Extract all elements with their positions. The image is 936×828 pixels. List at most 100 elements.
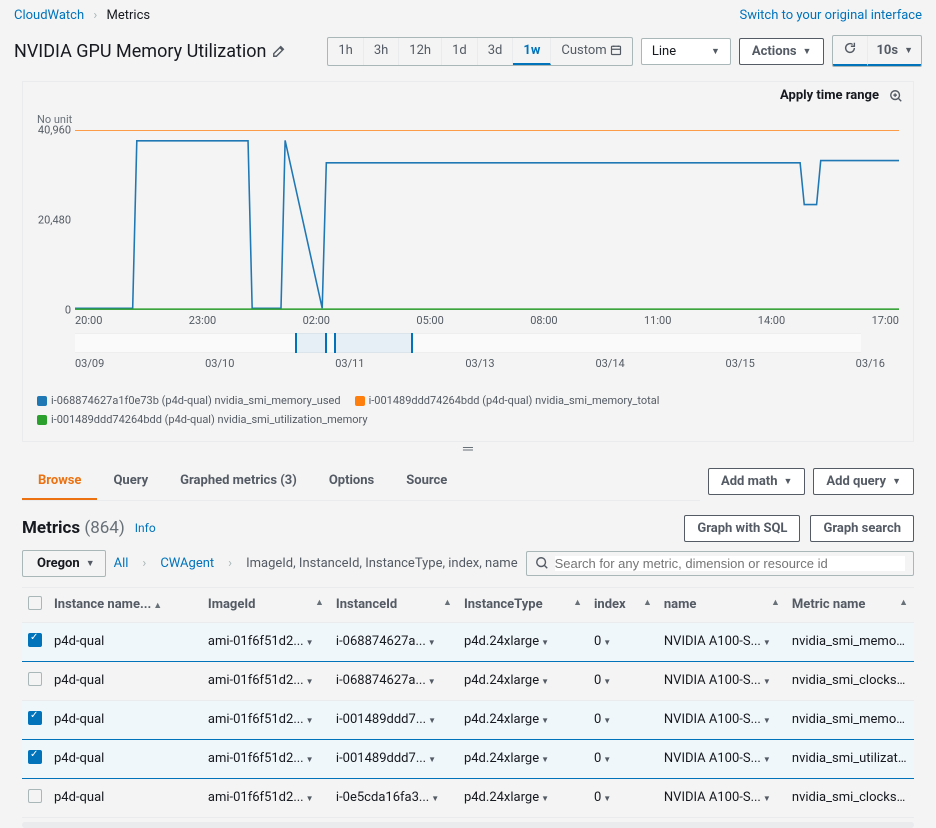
cell-metric-name[interactable]: nvidia_smi_clocks_current_gr...▼: [786, 661, 914, 700]
table-row[interactable]: p4d-qualami-01f6f51d2...▼i-0e5cda16fa3..…: [22, 778, 914, 817]
chart-type-select[interactable]: Line▼: [641, 38, 731, 65]
time-range-12h[interactable]: 12h: [399, 38, 442, 65]
col-instance-id[interactable]: InstanceId▲: [330, 587, 458, 622]
time-brush[interactable]: [75, 333, 861, 353]
cell-instance-type[interactable]: p4d.24xlarge▼: [458, 739, 588, 778]
legend-item[interactable]: i-001489ddd74264bdd (p4d-qual) nvidia_sm…: [355, 392, 660, 410]
time-range-1w[interactable]: 1w: [513, 38, 551, 65]
cell-instance-type[interactable]: p4d.24xlarge▼: [458, 622, 588, 661]
switch-interface-link[interactable]: Switch to your original interface: [740, 8, 922, 23]
graph-with-sql-button[interactable]: Graph with SQL: [684, 515, 800, 542]
cell-name[interactable]: NVIDIA A100-S...▼: [658, 661, 786, 700]
cell-metric-name[interactable]: nvidia_smi_utilization_memory▼: [786, 739, 914, 778]
row-checkbox[interactable]: [28, 789, 42, 803]
zoom-icon[interactable]: [889, 89, 903, 103]
cell-instance-name: p4d-qual: [48, 622, 202, 661]
refresh-group[interactable]: 10s▼: [832, 35, 922, 67]
tab-graphed[interactable]: Graphed metrics (3): [164, 463, 313, 500]
col-index[interactable]: index▲: [588, 587, 658, 622]
legend-item[interactable]: i-001489ddd74264bdd (p4d-qual) nvidia_sm…: [37, 411, 368, 429]
page-title: NVIDIA GPU Memory Utilization: [14, 41, 286, 62]
cell-instance-type[interactable]: p4d.24xlarge▼: [458, 700, 588, 739]
time-range-3d[interactable]: 3d: [478, 38, 514, 65]
search-box[interactable]: [526, 551, 914, 576]
breadcrumb-current: Metrics: [107, 8, 151, 23]
cell-instance-id[interactable]: i-068874627a...▼: [330, 661, 458, 700]
cell-index[interactable]: 0▼: [588, 739, 658, 778]
select-all-checkbox[interactable]: [28, 596, 42, 610]
cell-instance-id[interactable]: i-001489ddd7...▼: [330, 739, 458, 778]
cell-name[interactable]: NVIDIA A100-S...▼: [658, 778, 786, 817]
cell-metric-name[interactable]: nvidia_smi_memory_total▼: [786, 700, 914, 739]
cell-image-id[interactable]: ami-01f6f51d2...▼: [202, 622, 330, 661]
time-range-Custom[interactable]: Custom: [551, 38, 632, 65]
cell-index[interactable]: 0▼: [588, 622, 658, 661]
crumb-all[interactable]: All: [114, 556, 129, 571]
cell-index[interactable]: 0▼: [588, 700, 658, 739]
time-range-1h[interactable]: 1h: [328, 38, 363, 65]
breadcrumb-sep: ›: [93, 8, 97, 23]
cell-instance-type[interactable]: p4d.24xlarge▼: [458, 661, 588, 700]
tab-options[interactable]: Options: [313, 463, 390, 500]
cell-instance-id[interactable]: i-001489ddd7...▼: [330, 700, 458, 739]
cell-metric-name[interactable]: nvidia_smi_clocks_current_vid...▼: [786, 778, 914, 817]
col-instance-name[interactable]: Instance name...▲: [48, 587, 202, 622]
horizontal-scrollbar[interactable]: [22, 822, 914, 828]
row-checkbox[interactable]: [28, 672, 42, 686]
col-instance-type[interactable]: InstanceType▲: [458, 587, 588, 622]
add-math-button[interactable]: Add math▼: [708, 468, 805, 495]
table-row[interactable]: p4d-qualami-01f6f51d2...▼i-068874627a...…: [22, 622, 914, 661]
cell-instance-name: p4d-qual: [48, 661, 202, 700]
apply-time-range-button[interactable]: Apply time range: [780, 88, 879, 103]
legend-item[interactable]: i-068874627a1f0e73b (p4d-qual) nvidia_sm…: [37, 392, 341, 410]
add-query-button[interactable]: Add query▼: [813, 468, 914, 495]
cell-instance-id[interactable]: i-0e5cda16fa3...▼: [330, 778, 458, 817]
cell-name[interactable]: NVIDIA A100-S...▼: [658, 700, 786, 739]
cell-instance-id[interactable]: i-068874627a...▼: [330, 622, 458, 661]
row-checkbox[interactable]: [28, 633, 42, 647]
time-range-group[interactable]: 1h3h12h1d3d1wCustom: [327, 37, 633, 66]
search-icon: [535, 556, 549, 570]
tab-query[interactable]: Query: [97, 463, 164, 500]
graph-search-button[interactable]: Graph search: [810, 515, 914, 542]
cell-index[interactable]: 0▼: [588, 661, 658, 700]
cell-name[interactable]: NVIDIA A100-S...▼: [658, 739, 786, 778]
cell-image-id[interactable]: ami-01f6f51d2...▼: [202, 700, 330, 739]
edit-title-icon[interactable]: [272, 44, 286, 58]
col-metric-name[interactable]: Metric name▲: [786, 587, 914, 622]
resize-handle[interactable]: ═: [8, 440, 928, 457]
refresh-button[interactable]: [833, 36, 868, 66]
bottom-tabs: Browse Query Graphed metrics (3) Options…: [22, 463, 700, 501]
actions-button[interactable]: Actions▼: [739, 38, 825, 65]
refresh-interval-select[interactable]: 10s▼: [868, 36, 921, 66]
row-checkbox[interactable]: [28, 711, 42, 725]
chart-svg: [75, 130, 899, 310]
cell-index[interactable]: 0▼: [588, 778, 658, 817]
region-select[interactable]: Oregon▼: [22, 550, 106, 577]
time-range-3h[interactable]: 3h: [364, 38, 399, 65]
search-input[interactable]: [555, 556, 905, 571]
row-checkbox[interactable]: [28, 750, 42, 764]
chart-plot-area[interactable]: 020,48040,960: [75, 130, 899, 310]
tab-browse[interactable]: Browse: [22, 463, 97, 500]
cell-instance-type[interactable]: p4d.24xlarge▼: [458, 778, 588, 817]
info-link[interactable]: Info: [135, 521, 156, 535]
time-range-1d[interactable]: 1d: [442, 38, 478, 65]
cell-image-id[interactable]: ami-01f6f51d2...▼: [202, 661, 330, 700]
crumb-cwagent[interactable]: CWAgent: [160, 556, 214, 571]
table-row[interactable]: p4d-qualami-01f6f51d2...▼i-001489ddd7...…: [22, 739, 914, 778]
breadcrumb-root[interactable]: CloudWatch: [14, 8, 84, 23]
cell-metric-name[interactable]: nvidia_smi_memory_used▼: [786, 622, 914, 661]
cell-instance-name: p4d-qual: [48, 778, 202, 817]
cell-image-id[interactable]: ami-01f6f51d2...▼: [202, 739, 330, 778]
col-name[interactable]: name▲: [658, 587, 786, 622]
cell-image-id[interactable]: ami-01f6f51d2...▼: [202, 778, 330, 817]
col-image-id[interactable]: ImageId▲: [202, 587, 330, 622]
cell-instance-name: p4d-qual: [48, 739, 202, 778]
cell-name[interactable]: NVIDIA A100-S...▼: [658, 622, 786, 661]
tab-source[interactable]: Source: [390, 463, 463, 500]
table-row[interactable]: p4d-qualami-01f6f51d2...▼i-068874627a...…: [22, 661, 914, 700]
table-row[interactable]: p4d-qualami-01f6f51d2...▼i-001489ddd7...…: [22, 700, 914, 739]
crumb-dimensions: ImageId, InstanceId, InstanceType, index…: [246, 556, 518, 571]
chart-panel: Apply time range No unit 020,48040,960 2…: [22, 81, 914, 442]
